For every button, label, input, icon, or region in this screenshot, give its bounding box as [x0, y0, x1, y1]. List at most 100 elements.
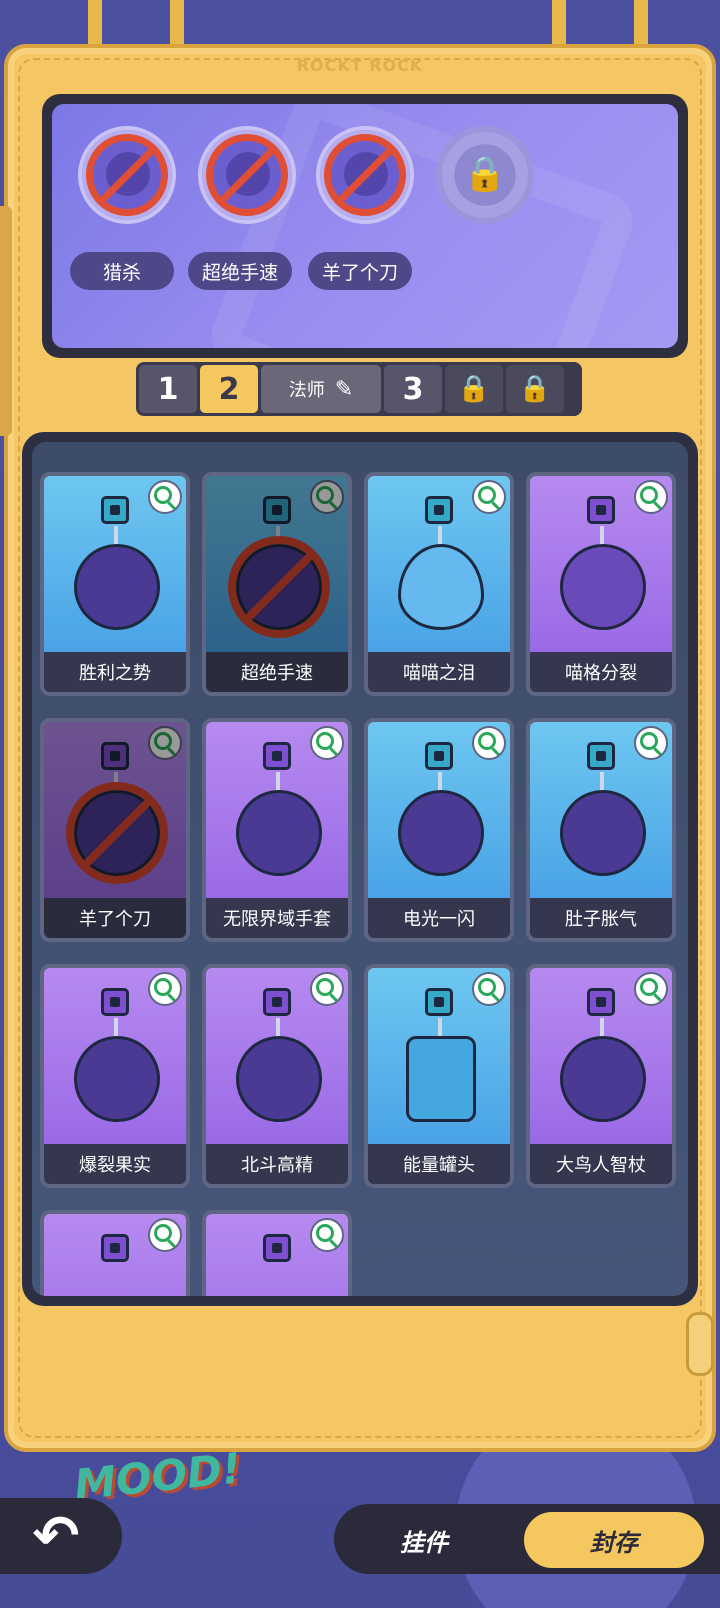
card-label: 北斗高精	[206, 1144, 348, 1184]
zoom-icon[interactable]	[310, 972, 344, 1006]
charm-card[interactable]: 北斗高精	[202, 964, 352, 1188]
equipped-label-2: 超绝手速	[188, 252, 292, 290]
zoom-icon[interactable]	[148, 726, 182, 760]
charm-card[interactable]: 超绝手速	[202, 472, 352, 696]
card-image	[44, 476, 186, 652]
charm-icon	[406, 1036, 476, 1122]
zoom-icon[interactable]	[472, 726, 506, 760]
clip-icon	[101, 496, 129, 524]
loadout-name-field[interactable]: 法师 ✎	[261, 365, 381, 413]
zoom-icon[interactable]	[310, 480, 344, 514]
charm-icon	[236, 1036, 322, 1122]
equipped-display-screen: 🔒 猎杀 超绝手速 羊了个刀	[52, 104, 678, 348]
zoom-icon[interactable]	[634, 726, 668, 760]
charm-card[interactable]: 爆裂果实	[40, 964, 190, 1188]
charm-icon	[560, 544, 646, 630]
card-label: 超绝手速	[206, 652, 348, 692]
charm-icon	[560, 790, 646, 876]
zoom-icon[interactable]	[472, 480, 506, 514]
card-image	[206, 1214, 348, 1296]
clip-icon	[101, 1234, 129, 1262]
charm-card[interactable]: 电光一闪	[364, 718, 514, 942]
bag-edge	[0, 206, 12, 436]
zoom-icon[interactable]	[634, 480, 668, 514]
banned-icon	[228, 536, 330, 638]
clip-icon	[101, 742, 129, 770]
zoom-icon[interactable]	[634, 972, 668, 1006]
card-image	[368, 968, 510, 1144]
charm-card[interactable]: 羊了个刀	[40, 718, 190, 942]
back-button[interactable]: ↶	[0, 1498, 122, 1574]
equipped-slot-locked[interactable]: 🔒	[436, 126, 534, 224]
clip-icon	[587, 742, 615, 770]
clip-icon	[425, 742, 453, 770]
equipped-slot-1[interactable]	[78, 126, 176, 224]
card-label: 羊了个刀	[44, 898, 186, 938]
brand-text: ROCKT ROCK	[296, 56, 424, 75]
lock-icon: 🔒	[457, 374, 491, 404]
card-image	[368, 722, 510, 898]
clip-icon	[587, 496, 615, 524]
card-label: 电光一闪	[368, 898, 510, 938]
charm-card[interactable]: 喵格分裂	[526, 472, 676, 696]
card-label: 喵喵之泪	[368, 652, 510, 692]
equipped-label-1: 猎杀	[70, 252, 174, 290]
zoom-icon[interactable]	[148, 972, 182, 1006]
zoom-icon[interactable]	[310, 1218, 344, 1252]
chain	[276, 1018, 280, 1038]
charm-icon	[74, 544, 160, 630]
chain	[438, 526, 442, 546]
charm-card[interactable]: 肚子胀气	[526, 718, 676, 942]
charm-icon	[560, 1036, 646, 1122]
card-label: 大鸟人智杖	[530, 1144, 672, 1184]
chain	[600, 1018, 604, 1038]
card-image	[206, 722, 348, 898]
card-image	[530, 968, 672, 1144]
tab-archive[interactable]: 封存	[524, 1512, 704, 1568]
edit-icon[interactable]: ✎	[335, 377, 353, 402]
tab-locked-4[interactable]: 🔒	[445, 365, 503, 413]
charm-grid: 胜利之势 超绝手速 喵喵之泪 喵格分裂 羊了个刀 无限界域手套 电光一闪 肚子胀…	[40, 472, 680, 1296]
zoom-icon[interactable]	[148, 1218, 182, 1252]
card-image	[368, 476, 510, 652]
equipped-slot-3[interactable]	[316, 126, 414, 224]
charm-card[interactable]: 无限界域手套	[202, 718, 352, 942]
clip-icon	[425, 496, 453, 524]
card-image	[44, 722, 186, 898]
card-image	[530, 722, 672, 898]
charm-icon	[236, 790, 322, 876]
charm-grid-scroll[interactable]: 胜利之势 超绝手速 喵喵之泪 喵格分裂 羊了个刀 无限界域手套 电光一闪 肚子胀…	[32, 442, 688, 1296]
charm-card[interactable]: 胜利之势	[40, 472, 190, 696]
banned-icon	[66, 782, 168, 884]
tab-loadout-1[interactable]: 1	[139, 365, 197, 413]
tab-loadout-2[interactable]: 2	[200, 365, 258, 413]
clip-icon	[101, 988, 129, 1016]
clip-icon	[263, 742, 291, 770]
clip-icon	[263, 1234, 291, 1262]
clip-icon	[587, 988, 615, 1016]
charm-card-partial[interactable]	[40, 1210, 190, 1296]
tab-pendant[interactable]: 挂件	[354, 1512, 494, 1568]
back-arrow-icon: ↶	[32, 1503, 80, 1569]
card-image	[44, 968, 186, 1144]
mode-switch: 挂件 封存	[334, 1504, 720, 1574]
chain	[600, 772, 604, 792]
zoom-icon[interactable]	[310, 726, 344, 760]
chain	[600, 526, 604, 546]
zoom-icon[interactable]	[148, 480, 182, 514]
tab-locked-5[interactable]: 🔒	[506, 365, 564, 413]
charm-card[interactable]: 能量罐头	[364, 964, 514, 1188]
charm-card-partial[interactable]	[202, 1210, 352, 1296]
card-label: 能量罐头	[368, 1144, 510, 1184]
clip-icon	[263, 988, 291, 1016]
charm-card[interactable]: 喵喵之泪	[364, 472, 514, 696]
chain	[114, 1018, 118, 1038]
zoom-icon[interactable]	[472, 972, 506, 1006]
lock-icon: 🔒	[463, 154, 507, 194]
lock-icon: 🔒	[518, 374, 552, 404]
tab-loadout-3[interactable]: 3	[384, 365, 442, 413]
card-label: 喵格分裂	[530, 652, 672, 692]
card-image	[530, 476, 672, 652]
equipped-slot-2[interactable]	[198, 126, 296, 224]
charm-card[interactable]: 大鸟人智杖	[526, 964, 676, 1188]
